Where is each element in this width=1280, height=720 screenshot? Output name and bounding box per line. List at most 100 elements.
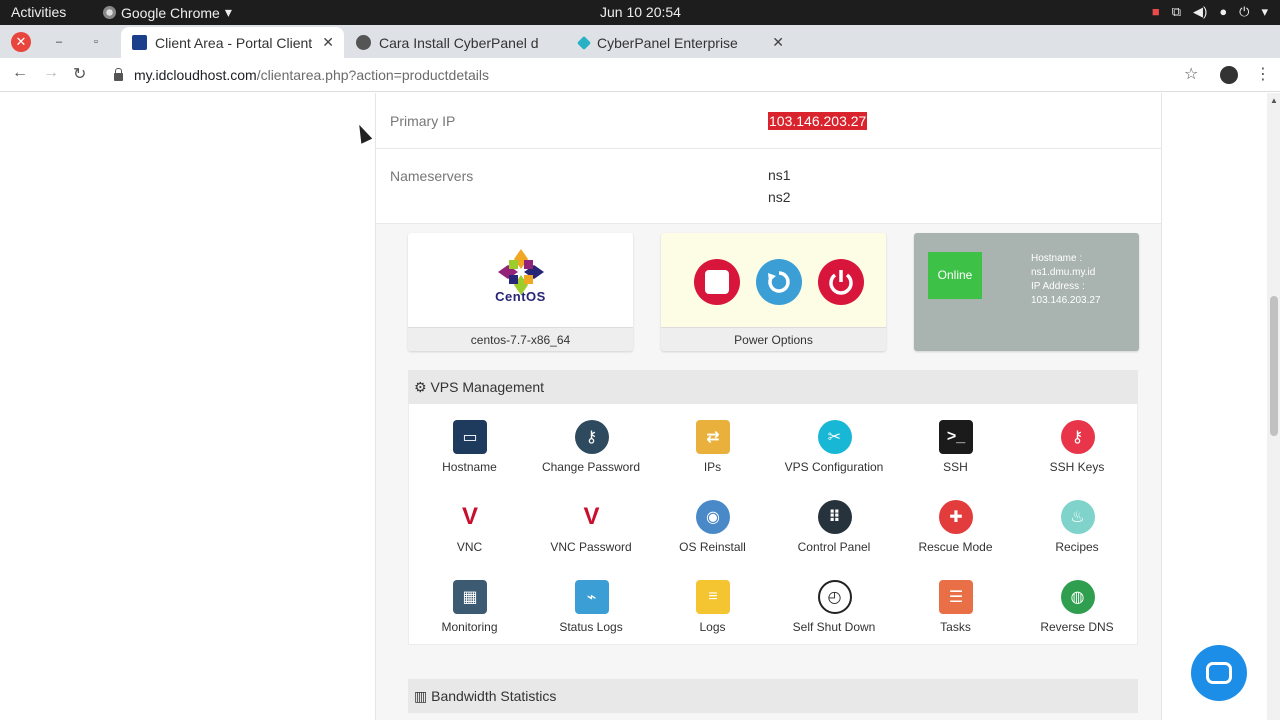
page-scrollbar[interactable]: ▲	[1267, 93, 1280, 720]
vps-tile-tasks[interactable]: ☰ Tasks	[895, 577, 1016, 647]
vps-tile-label: Recipes	[1055, 540, 1099, 554]
cyberpanel-favicon-icon	[576, 35, 592, 50]
tab-title: Client Area - Portal Client	[155, 34, 313, 51]
monitor-icon: ▭	[453, 420, 487, 454]
power-button[interactable]	[818, 259, 864, 305]
microphone-icon[interactable]: ●	[1219, 4, 1227, 20]
address-bar[interactable]: my.idcloudhost.com/clientarea.php?action…	[104, 61, 1208, 89]
vps-tile-control-panel[interactable]: ⠿ Control Panel	[774, 497, 895, 567]
live-chat-button[interactable]	[1191, 645, 1247, 701]
tools-icon: ✂	[817, 420, 852, 454]
vps-tile-rescue-mode[interactable]: ✚ Rescue Mode	[895, 497, 1016, 567]
restart-icon	[768, 271, 790, 293]
disc-icon: ◉	[696, 500, 730, 534]
profile-avatar-icon[interactable]	[1220, 66, 1238, 84]
vps-tile-ips[interactable]: ⇄ IPs	[652, 417, 773, 487]
page-content: Primary IP 103.146.203.27 Nameservers ns…	[0, 93, 1267, 720]
ip-address-label: IP Address :	[1031, 281, 1085, 292]
chef-hat-icon: ♨	[1060, 500, 1095, 534]
close-icon[interactable]: ✕	[772, 34, 784, 51]
vps-tile-label: VNC Password	[550, 540, 632, 554]
scrollbar-thumb[interactable]	[1270, 296, 1278, 436]
kebab-menu-icon[interactable]: ⋮	[1255, 64, 1271, 84]
idcloudhost-favicon-icon	[132, 35, 147, 50]
system-tray[interactable]: ■ ⧉ ◀) ● ⏻ ▾	[1152, 4, 1268, 20]
vps-tile-label: Control Panel	[797, 540, 871, 554]
window-minimize-button[interactable]: –	[49, 32, 69, 52]
vps-tile-reverse-dns[interactable]: ◍ Reverse DNS	[1017, 577, 1138, 647]
timer-icon: ◴	[817, 580, 852, 614]
power-options-label: Power Options	[661, 327, 886, 351]
app-menu[interactable]: Google Chrome ▾	[103, 4, 232, 21]
vps-tile-label: IPs	[703, 460, 722, 474]
vps-tile-logs[interactable]: ≡ Logs	[652, 577, 773, 647]
url-path: /clientarea.php?action=productdetails	[256, 67, 490, 83]
vps-tile-vps-configuration[interactable]: ✂ VPS Configuration	[774, 417, 895, 487]
vps-tile-label: SSH Keys	[1049, 460, 1105, 474]
vps-tile-label: Rescue Mode	[918, 540, 993, 554]
scroll-up-icon[interactable]: ▲	[1270, 96, 1278, 105]
vps-tile-label: Self Shut Down	[792, 620, 876, 634]
vps-tile-hostname[interactable]: ▭ Hostname	[409, 417, 530, 487]
primary-ip-value: 103.146.203.27	[768, 110, 868, 132]
terminal-icon: >_	[939, 420, 973, 454]
tab-cara-install[interactable]: Cara Install CyberPanel d	[345, 27, 567, 58]
camera-icon[interactable]: ■	[1152, 4, 1160, 20]
bar-chart-icon: ▥	[414, 688, 428, 704]
window-close-button[interactable]: ✕	[11, 32, 31, 52]
system-top-bar: Activities Google Chrome ▾ Jun 10 20:54 …	[0, 0, 1280, 25]
hostname-label: Hostname :	[1031, 253, 1083, 264]
tab-client-area[interactable]: Client Area - Portal Client ✕	[121, 27, 344, 58]
vps-tile-ssh-keys[interactable]: ⚷ SSH Keys	[1017, 417, 1138, 487]
back-arrow-icon[interactable]: ←	[12, 64, 28, 82]
chevron-down-icon: ▾	[224, 4, 232, 20]
power-icon[interactable]: ⏻	[1239, 4, 1249, 20]
vps-tile-vnc-password[interactable]: V VNC Password	[531, 497, 652, 567]
vps-management-title: VPS Management	[430, 379, 545, 395]
volume-icon[interactable]: ◀)	[1193, 4, 1207, 20]
window-restore-button[interactable]: ▫	[86, 32, 106, 52]
vps-tile-change-password[interactable]: ⚷ Change Password	[531, 417, 652, 487]
ssh-key-icon: ⚷	[1060, 420, 1095, 454]
vps-tile-self-shut-down[interactable]: ◴ Self Shut Down	[774, 577, 895, 647]
vps-tile-label: Status Logs	[559, 620, 623, 634]
os-name: centos-7.7-x86_64	[408, 327, 633, 351]
vps-management-grid: ▭ Hostname ⚷ Change Password ⇄ IPs ✂ VPS Config…	[408, 404, 1138, 645]
clock[interactable]: Jun 10 20:54	[600, 4, 681, 20]
globe-favicon-icon	[356, 35, 371, 50]
restart-button[interactable]	[756, 259, 802, 305]
vps-tile-monitoring[interactable]: ▦ Monitoring	[409, 577, 530, 647]
ns2-value: ns2	[768, 189, 791, 205]
vps-tile-status-logs[interactable]: ⌁ Status Logs	[531, 577, 652, 647]
stop-button[interactable]	[694, 259, 740, 305]
centos-logo-text: CentOS	[495, 289, 546, 304]
ns1-value: ns1	[768, 167, 791, 183]
globe-icon: ◍	[1060, 580, 1095, 614]
vps-tile-vnc[interactable]: V VNC	[409, 497, 530, 567]
lock-icon[interactable]	[114, 68, 123, 81]
chevron-down-icon[interactable]: ▾	[1261, 4, 1268, 20]
primary-ip-row: Primary IP 103.146.203.27	[376, 93, 1161, 149]
nameservers-row: Nameservers ns1 ns2	[376, 149, 1161, 224]
server-status-card: Online Hostname : ns1.dmu.my.id IP Addre…	[914, 233, 1139, 351]
vps-tile-recipes[interactable]: ♨ Recipes	[1017, 497, 1138, 567]
forward-arrow-icon[interactable]: →	[43, 64, 59, 82]
app-name: Google Chrome	[121, 4, 220, 21]
vps-tile-label: Tasks	[940, 620, 971, 634]
url-host: my.idcloudhost.com	[134, 67, 257, 83]
network-icon[interactable]: ⧉	[1172, 4, 1181, 20]
reload-icon[interactable]: ↻	[73, 64, 86, 84]
activities-button[interactable]: Activities	[11, 4, 66, 20]
vps-tile-ssh[interactable]: >_ SSH	[895, 417, 1016, 487]
primary-ip-text: 103.146.203.27	[768, 112, 868, 130]
vps-tile-label: Reverse DNS	[1040, 620, 1114, 634]
nameservers-label: Nameservers	[390, 168, 474, 184]
vps-tile-os-reinstall[interactable]: ◉ OS Reinstall	[652, 497, 773, 567]
power-options-card: Power Options	[661, 233, 886, 351]
close-icon[interactable]: ✕	[322, 34, 334, 51]
bookmark-star-icon[interactable]: ☆	[1184, 64, 1198, 84]
vps-tile-label: Logs	[699, 620, 726, 634]
monitoring-icon: ▦	[453, 580, 487, 614]
notepad-icon: ≡	[696, 580, 730, 614]
tab-cyberpanel[interactable]: CyberPanel Enterprise ✕	[568, 27, 794, 58]
